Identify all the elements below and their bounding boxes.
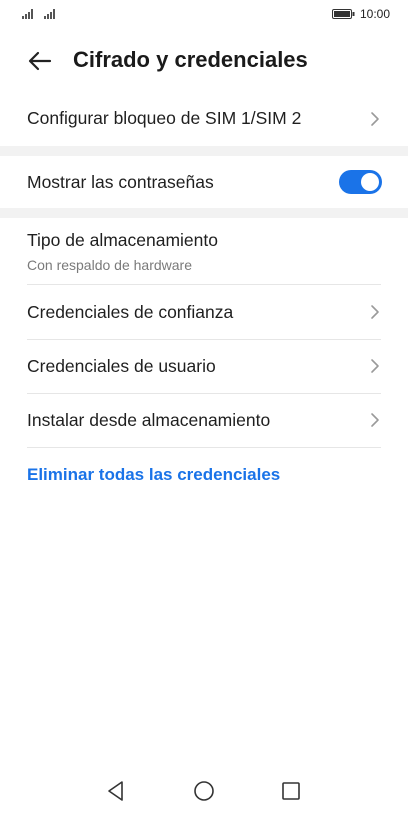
signal-icon bbox=[22, 9, 33, 19]
section-separator bbox=[0, 208, 408, 218]
signal-icon bbox=[44, 9, 55, 19]
trusted-credentials-item[interactable]: Credenciales de confianza bbox=[0, 285, 408, 339]
clear-credentials-item[interactable]: Eliminar todas las credenciales bbox=[0, 448, 408, 502]
trusted-credentials-label: Credenciales de confianza bbox=[27, 302, 234, 322]
nav-recents-icon[interactable] bbox=[279, 779, 303, 803]
install-from-storage-item[interactable]: Instalar desde almacenamiento bbox=[0, 394, 408, 447]
sim-lock-label: Configurar bloqueo de SIM 1/SIM 2 bbox=[27, 108, 302, 128]
install-from-storage-label: Instalar desde almacenamiento bbox=[27, 410, 271, 430]
sim-lock-item[interactable]: Configurar bloqueo de SIM 1/SIM 2 bbox=[0, 92, 408, 146]
chevron-right-icon bbox=[371, 112, 379, 126]
chevron-right-icon bbox=[371, 359, 379, 373]
clear-credentials-link[interactable]: Eliminar todas las credenciales bbox=[27, 465, 280, 485]
page-title: Cifrado y credenciales bbox=[73, 47, 308, 72]
status-bar: 10:00 bbox=[0, 0, 408, 30]
chevron-right-icon bbox=[371, 413, 379, 427]
back-arrow-icon[interactable] bbox=[26, 47, 54, 75]
nav-home-icon[interactable] bbox=[192, 779, 216, 803]
page-header: Cifrado y credenciales bbox=[0, 40, 408, 82]
storage-type-value: Con respaldo de hardware bbox=[27, 257, 192, 273]
user-credentials-item[interactable]: Credenciales de usuario bbox=[0, 340, 408, 393]
battery-icon bbox=[332, 9, 355, 19]
nav-back-icon[interactable] bbox=[104, 779, 128, 803]
toggle-knob bbox=[361, 173, 379, 191]
storage-type-label: Tipo de almacenamiento bbox=[27, 230, 218, 250]
show-passwords-label: Mostrar las contraseñas bbox=[27, 172, 214, 192]
show-passwords-item[interactable]: Mostrar las contraseñas bbox=[0, 156, 408, 208]
system-nav-bar bbox=[0, 766, 408, 816]
status-time: 10:00 bbox=[360, 7, 391, 21]
storage-type-item: Tipo de almacenamiento Con respaldo de h… bbox=[0, 218, 408, 284]
section-separator bbox=[0, 146, 408, 156]
show-passwords-toggle[interactable] bbox=[339, 170, 382, 194]
user-credentials-label: Credenciales de usuario bbox=[27, 356, 216, 376]
chevron-right-icon bbox=[371, 305, 379, 319]
